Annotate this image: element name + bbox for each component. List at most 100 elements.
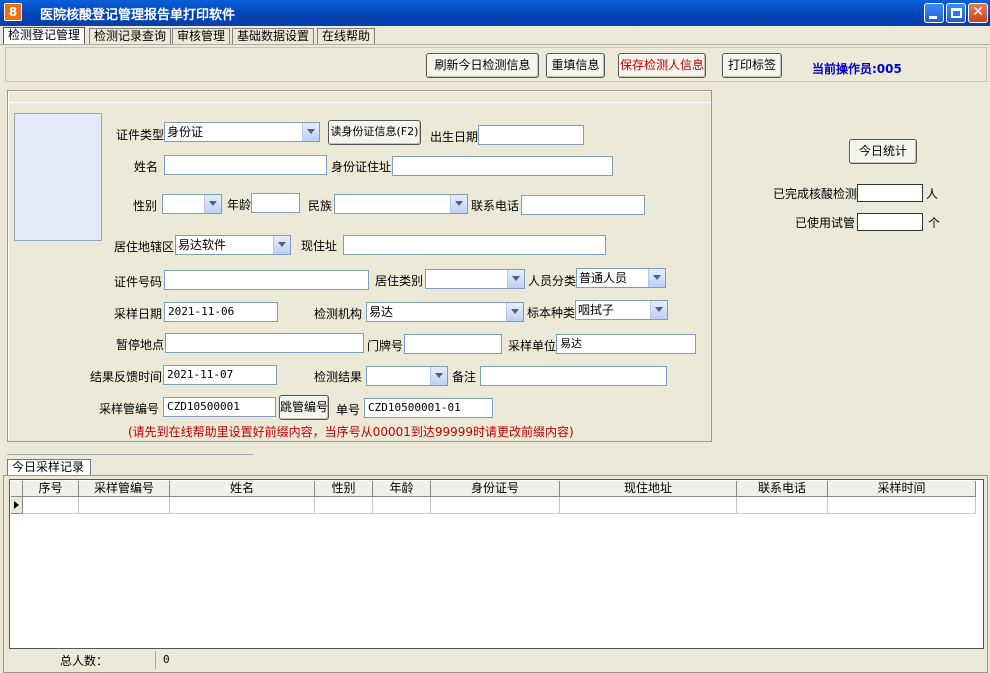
- close-button[interactable]: ✕: [968, 3, 988, 23]
- tab-base-data[interactable]: 基础数据设置: [232, 28, 315, 45]
- chevron-down-icon[interactable]: [506, 303, 523, 321]
- current-address-label: 现住址: [301, 239, 338, 253]
- residence-type-select[interactable]: [425, 269, 525, 289]
- phone-label: 联系电话: [471, 199, 520, 213]
- residence-type-label: 居住类别: [375, 274, 424, 288]
- grid-corner: [11, 481, 23, 497]
- order-number-input[interactable]: CZD10500001-01: [364, 398, 493, 418]
- remark-input[interactable]: [480, 366, 667, 386]
- id-address-input[interactable]: [392, 156, 613, 176]
- refresh-today-button[interactable]: 刷新今日检测信息: [426, 53, 539, 78]
- done-count-input[interactable]: [857, 184, 923, 202]
- id-number-input[interactable]: [164, 270, 369, 290]
- sample-unit-label: 采样单位: [508, 339, 557, 353]
- lab-label: 检测机构: [314, 307, 363, 321]
- table-cell[interactable]: [79, 497, 170, 514]
- tab-registration[interactable]: 检测登记管理: [3, 27, 86, 45]
- today-stats-button[interactable]: 今日统计: [849, 139, 917, 164]
- tab-help[interactable]: 在线帮助: [317, 28, 376, 45]
- chevron-down-icon[interactable]: [273, 236, 290, 254]
- read-id-card-button[interactable]: 读身份证信息(F2): [328, 120, 421, 145]
- title-bar[interactable]: 8 医院核酸登记管理报告单打印软件 ✕: [0, 0, 990, 26]
- tubes-used-unit: 个: [928, 216, 941, 230]
- chevron-down-icon[interactable]: [450, 195, 467, 213]
- table-cell[interactable]: [373, 497, 431, 514]
- chevron-down-icon[interactable]: [430, 367, 447, 385]
- name-label: 姓名: [134, 160, 159, 174]
- remark-label: 备注: [452, 370, 477, 384]
- specimen-value: 咽拭子: [578, 303, 615, 317]
- name-input[interactable]: [164, 155, 327, 175]
- column-header[interactable]: 序号: [23, 481, 79, 497]
- chevron-down-icon[interactable]: [650, 301, 667, 319]
- gender-select[interactable]: [162, 194, 222, 214]
- maximize-button[interactable]: [946, 3, 966, 23]
- sample-date-input[interactable]: 2021-11-06: [164, 302, 278, 322]
- status-divider: [155, 651, 156, 669]
- door-number-input[interactable]: [404, 334, 502, 354]
- sample-date-label: 采样日期: [114, 307, 163, 321]
- result-label: 检测结果: [314, 370, 363, 384]
- prefix-hint: (请先到在线帮助里设置好前缀内容，当序号从00001到达99999时请更改前缀内…: [128, 425, 574, 439]
- order-number-label: 单号: [336, 403, 361, 417]
- column-header[interactable]: 性别: [315, 481, 373, 497]
- column-header[interactable]: 联系电话: [737, 481, 828, 497]
- tab-query[interactable]: 检测记录查询: [89, 28, 172, 45]
- chevron-down-icon[interactable]: [302, 123, 319, 141]
- specimen-select[interactable]: 咽拭子: [575, 300, 668, 320]
- table-cell[interactable]: [737, 497, 828, 514]
- table-cell[interactable]: [431, 497, 560, 514]
- lab-select[interactable]: 易达: [366, 302, 524, 322]
- tab-divider: [0, 44, 990, 45]
- tube-number-input[interactable]: CZD10500001: [163, 397, 276, 417]
- table-cell[interactable]: [560, 497, 737, 514]
- close-icon: ✕: [972, 4, 984, 20]
- print-label-button[interactable]: 打印标签: [722, 53, 782, 78]
- skip-tube-button[interactable]: 跳管编号: [279, 395, 329, 420]
- id-type-select[interactable]: 身份证: [164, 122, 320, 142]
- column-header[interactable]: 身份证号: [431, 481, 560, 497]
- chevron-down-icon[interactable]: [648, 269, 665, 287]
- result-time-label: 结果反馈时间: [90, 370, 163, 384]
- table-cell[interactable]: [315, 497, 373, 514]
- reset-button[interactable]: 重填信息: [546, 53, 605, 78]
- total-value: 0: [163, 653, 170, 666]
- tab-review[interactable]: 审核管理: [172, 28, 231, 45]
- chevron-down-icon[interactable]: [507, 270, 524, 288]
- chevron-down-icon[interactable]: [204, 195, 221, 213]
- column-header[interactable]: 姓名: [170, 481, 315, 497]
- column-header[interactable]: 现住地址: [560, 481, 737, 497]
- result-time-input[interactable]: 2021-11-07: [163, 365, 277, 385]
- stay-place-input[interactable]: [165, 333, 364, 353]
- table-cell[interactable]: [170, 497, 315, 514]
- done-unit: 人: [926, 187, 939, 201]
- save-button[interactable]: 保存检测人信息: [618, 53, 706, 78]
- row-indicator-icon[interactable]: [11, 497, 23, 514]
- tubes-used-input[interactable]: [857, 213, 923, 231]
- lab-value: 易达: [369, 305, 394, 319]
- district-select[interactable]: 易达软件: [175, 235, 291, 255]
- result-select[interactable]: [366, 366, 448, 386]
- done-label: 已完成核酸检测: [773, 187, 858, 201]
- photo-placeholder: [14, 113, 102, 241]
- form-divider: [8, 102, 711, 103]
- ethnicity-select[interactable]: [334, 194, 468, 214]
- total-label: 总人数：: [60, 654, 109, 668]
- records-divider: [7, 454, 253, 455]
- phone-input[interactable]: [521, 195, 645, 215]
- tab-today-records[interactable]: 今日采样记录: [7, 459, 91, 476]
- column-header[interactable]: 年龄: [373, 481, 431, 497]
- person-class-select[interactable]: 普通人员: [576, 268, 666, 288]
- table-cell[interactable]: [23, 497, 79, 514]
- birth-date-input[interactable]: [478, 125, 584, 145]
- table-cell[interactable]: [828, 497, 976, 514]
- sample-unit-input[interactable]: 易达: [556, 334, 696, 354]
- column-header[interactable]: 采样时间: [828, 481, 976, 497]
- minimize-button[interactable]: [924, 3, 944, 23]
- district-label: 居住地辖区: [114, 240, 175, 254]
- age-input[interactable]: [251, 193, 300, 213]
- current-address-input[interactable]: [343, 235, 606, 255]
- id-number-label: 证件号码: [114, 275, 163, 289]
- column-header[interactable]: 采样管编号: [79, 481, 170, 497]
- specimen-label: 标本种类: [527, 306, 576, 320]
